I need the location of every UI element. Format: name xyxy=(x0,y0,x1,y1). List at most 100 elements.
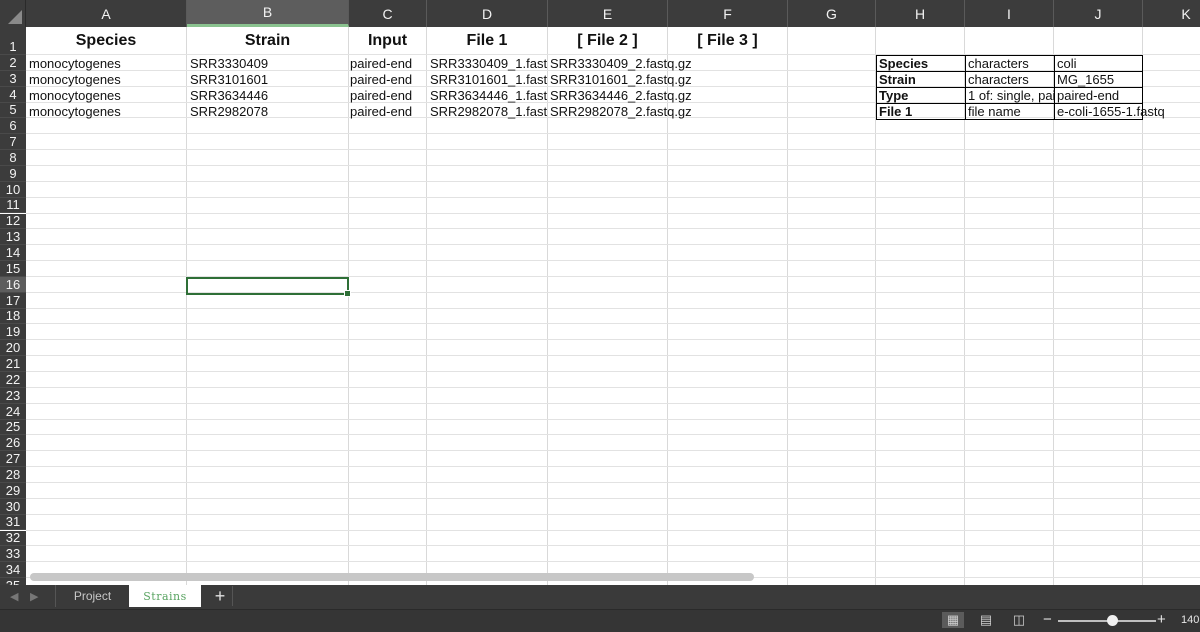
cell-file2[interactable]: SRR3634446_2.fastq.gz xyxy=(547,88,707,104)
cell-file1[interactable]: SRR3634446_1.fastq.gz xyxy=(427,88,547,104)
zoom-slider-thumb[interactable] xyxy=(1106,615,1118,626)
column-header-h[interactable]: H xyxy=(876,0,965,27)
sheet-tab-project[interactable]: Project xyxy=(55,585,129,607)
column-header-g[interactable]: G xyxy=(788,0,876,27)
cell-input[interactable]: paired-end xyxy=(347,72,427,88)
column-header-k[interactable]: K xyxy=(1143,0,1200,27)
legend-field-type[interactable]: 1 of: single, paired-end xyxy=(965,88,1054,104)
row-header-25[interactable]: 25 xyxy=(0,419,26,436)
select-all-corner[interactable] xyxy=(0,0,26,27)
cell-file2[interactable]: SRR3330409_2.fastq.gz xyxy=(547,56,707,72)
cell-strain[interactable]: SRR3330409 xyxy=(187,56,348,72)
zoom-in-icon[interactable]: + xyxy=(1157,611,1166,628)
cell-species[interactable]: monocytogenes xyxy=(26,88,186,104)
row-header-27[interactable]: 27 xyxy=(0,451,26,468)
row-header-34[interactable]: 34 xyxy=(0,562,26,579)
cell-file2[interactable]: SRR2982078_2.fastq.gz xyxy=(547,104,707,120)
row-header-15[interactable]: 15 xyxy=(0,261,26,277)
row-header-35[interactable]: 35 xyxy=(0,578,26,585)
row-header-24[interactable]: 24 xyxy=(0,404,26,420)
row-header-4[interactable]: 4 xyxy=(0,87,26,103)
row-header-3[interactable]: 3 xyxy=(0,71,26,87)
normal-view-icon[interactable]: ▦ xyxy=(942,612,964,628)
row-header-26[interactable]: 26 xyxy=(0,435,26,452)
column-header-i[interactable]: I xyxy=(965,0,1054,27)
zoom-out-icon[interactable]: − xyxy=(1043,611,1052,628)
row-header-23[interactable]: 23 xyxy=(0,388,26,404)
legend-field-example[interactable]: coli xyxy=(1054,56,1143,72)
row-header-1[interactable]: 1 xyxy=(0,27,26,55)
row-header-20[interactable]: 20 xyxy=(0,340,26,357)
cell-file1[interactable]: SRR3330409_1.fastq.gz xyxy=(427,56,547,72)
column-header-f[interactable]: F xyxy=(668,0,788,27)
legend-field-example[interactable]: e-coli-1655-1.fastq xyxy=(1054,104,1174,120)
legend-field-name[interactable]: Strain xyxy=(876,72,965,88)
row-header-8[interactable]: 8 xyxy=(0,150,26,166)
row-header-28[interactable]: 28 xyxy=(0,467,26,483)
page-layout-view-icon[interactable]: ▤ xyxy=(975,612,997,628)
column-header-c[interactable]: C xyxy=(349,0,427,27)
row-gridline xyxy=(26,386,1200,388)
row-header-11[interactable]: 11 xyxy=(0,197,26,214)
row-header-19[interactable]: 19 xyxy=(0,324,26,341)
header-file1[interactable]: File 1 xyxy=(427,27,547,55)
row-header-21[interactable]: 21 xyxy=(0,356,26,372)
cell-species[interactable]: monocytogenes xyxy=(26,56,186,72)
header-species[interactable]: Species xyxy=(26,27,186,55)
legend-field-name[interactable]: File 1 xyxy=(876,104,965,120)
legend-field-example[interactable]: paired-end xyxy=(1054,88,1143,104)
cell-input[interactable]: paired-end xyxy=(347,104,427,120)
header-input[interactable]: Input xyxy=(349,27,426,55)
header-strain[interactable]: Strain xyxy=(187,27,348,55)
row-header-31[interactable]: 31 xyxy=(0,514,26,531)
scroll-tabs-left-icon[interactable]: ◀ xyxy=(10,590,22,604)
row-header-13[interactable]: 13 xyxy=(0,229,26,246)
cell-input[interactable]: paired-end xyxy=(347,56,427,72)
cell-file1[interactable]: SRR3101601_1.fastq.gz xyxy=(427,72,547,88)
cell-strain[interactable]: SRR3634446 xyxy=(187,88,348,104)
row-header-12[interactable]: 12 xyxy=(0,213,26,230)
column-header-d[interactable]: D xyxy=(427,0,548,27)
legend-field-example[interactable]: MG_1655 xyxy=(1054,72,1143,88)
legend-field-type[interactable]: file name xyxy=(965,104,1054,120)
sheet-tab-strains[interactable]: Strains xyxy=(129,585,201,607)
legend-field-name[interactable]: Type xyxy=(876,88,965,104)
cell-species[interactable]: monocytogenes xyxy=(26,72,186,88)
row-header-7[interactable]: 7 xyxy=(0,134,26,151)
row-header-32[interactable]: 32 xyxy=(0,530,26,547)
row-header-18[interactable]: 18 xyxy=(0,308,26,325)
cell-input[interactable]: paired-end xyxy=(347,88,427,104)
active-cell-selection[interactable] xyxy=(186,277,351,297)
add-sheet-icon[interactable]: + xyxy=(208,586,233,606)
row-header-10[interactable]: 10 xyxy=(0,182,26,198)
legend-field-type[interactable]: characters xyxy=(965,72,1054,88)
column-header-j[interactable]: J xyxy=(1054,0,1143,27)
legend-field-type[interactable]: characters xyxy=(965,56,1054,72)
cell-file2[interactable]: SRR3101601_2.fastq.gz xyxy=(547,72,707,88)
row-header-29[interactable]: 29 xyxy=(0,483,26,499)
cell-file1[interactable]: SRR2982078_1.fastq.gz xyxy=(427,104,547,120)
row-header-6[interactable]: 6 xyxy=(0,118,26,135)
row-header-33[interactable]: 33 xyxy=(0,546,26,563)
legend-field-name[interactable]: Species xyxy=(876,56,965,72)
row-header-16[interactable]: 16 xyxy=(0,277,26,293)
row-header-30[interactable]: 30 xyxy=(0,499,26,515)
page-break-view-icon[interactable]: ◫ xyxy=(1008,612,1030,628)
horizontal-scrollbar[interactable] xyxy=(30,573,754,581)
spreadsheet-grid[interactable]: ABCDEFGHIJK 1 2 3 4 5 6 7 8 9 10 11 12 13 14 15 16 17 18 1… xyxy=(0,0,1200,585)
cell-species[interactable]: monocytogenes xyxy=(26,104,186,120)
row-header-22[interactable]: 22 xyxy=(0,372,26,388)
cell-strain[interactable]: SRR2982078 xyxy=(187,104,348,120)
header-file3[interactable]: [ File 3 ] xyxy=(668,27,787,55)
row-header-5[interactable]: 5 xyxy=(0,102,26,119)
column-header-b[interactable]: B xyxy=(187,0,349,27)
cell-strain[interactable]: SRR3101601 xyxy=(187,72,348,88)
row-header-2[interactable]: 2 xyxy=(0,55,26,71)
row-header-17[interactable]: 17 xyxy=(0,293,26,309)
column-header-a[interactable]: A xyxy=(26,0,187,27)
header-file2[interactable]: [ File 2 ] xyxy=(548,27,667,55)
row-header-14[interactable]: 14 xyxy=(0,245,26,262)
scroll-tabs-right-icon[interactable]: ▶ xyxy=(30,590,42,604)
row-header-9[interactable]: 9 xyxy=(0,166,26,182)
column-header-e[interactable]: E xyxy=(548,0,668,27)
